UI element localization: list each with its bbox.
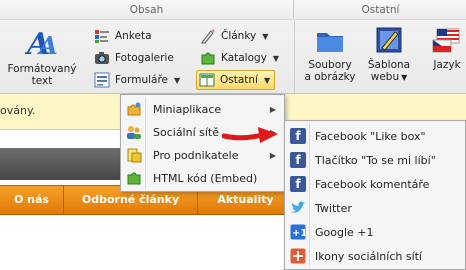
- social-icons-icon: [290, 248, 306, 264]
- facebook-icon: f: [290, 128, 306, 144]
- menu-item-facebook-comments[interactable]: f Facebook komentáře: [287, 173, 463, 195]
- menu-item-label: Facebook "Like box": [315, 129, 426, 143]
- formulare-label: Formuláře: [115, 74, 169, 86]
- menu-item-ikony-socialnich-siti[interactable]: Ikony sociálních sítí: [287, 245, 463, 267]
- submenu-arrow-icon: ▶: [269, 150, 276, 160]
- group-divider: [294, 20, 295, 94]
- menu-item-label: Pro podnikatele: [153, 148, 239, 162]
- menu-item-label: Sociální sítě: [153, 125, 220, 139]
- form-icon: [94, 72, 110, 88]
- chevron-down-icon: ▼: [262, 31, 269, 41]
- katalogy-label: Katalogy: [221, 52, 267, 64]
- clanky-button[interactable]: Články ▼: [200, 26, 268, 46]
- anketa-label: Anketa: [115, 30, 152, 42]
- menu-item-google-plus[interactable]: +1 Google +1: [287, 221, 463, 243]
- menu-item-facebook-like-box[interactable]: f Facebook "Like box": [287, 125, 463, 147]
- menu-item-facebook-like-button[interactable]: f Tlačítko "To se mi líbí": [287, 149, 463, 171]
- soubory-button[interactable]: Soubory a obrázky: [302, 24, 358, 83]
- socialni-site-submenu: f Facebook "Like box" f Tlačítko "To se …: [284, 120, 466, 270]
- menu-item-label: Google +1: [315, 225, 374, 239]
- folder-icon: [317, 33, 343, 52]
- menu-item-label: Tlačítko "To se mi líbí": [315, 153, 436, 167]
- formatted-text-button[interactable]: A A Formátovaný text: [6, 24, 78, 87]
- camera-icon: [95, 52, 109, 64]
- katalogy-button[interactable]: Katalogy ▼: [200, 48, 279, 68]
- poll-icon: [95, 30, 109, 43]
- svg-text:A: A: [37, 31, 58, 60]
- template-icon: [376, 27, 402, 53]
- ribbon-toolbar: Obsah Ostatní A A Formátovaný text Anket…: [0, 0, 466, 94]
- sablona-label: Šablona: [367, 59, 411, 71]
- submenu-arrow-icon: ▶: [269, 104, 276, 114]
- svg-text:+1: +1: [292, 228, 306, 239]
- formatted-text-icon: A A: [25, 27, 58, 60]
- nav-item-o-nas[interactable]: O nás: [0, 186, 64, 214]
- menu-item-html-kod[interactable]: HTML kód (Embed): [123, 167, 282, 189]
- menu-item-label: Twitter: [315, 201, 352, 215]
- facebook-icon: f: [290, 176, 306, 192]
- menu-item-label: Miniaplikace: [153, 102, 222, 116]
- flags-icon: [432, 28, 460, 53]
- menu-item-twitter[interactable]: Twitter: [287, 197, 463, 219]
- google-plus-icon: +1: [290, 224, 306, 240]
- grid-icon: [199, 73, 215, 87]
- sablona-label-2: webu: [370, 70, 400, 83]
- facebook-icon: f: [290, 152, 306, 168]
- articles-icon: [201, 29, 215, 44]
- group-header-obsah: Obsah: [0, 0, 294, 20]
- sablona-label-2-wrap: webu ▼: [366, 70, 412, 84]
- chevron-down-icon: ▼: [272, 53, 280, 63]
- clanky-label: Články: [221, 30, 257, 42]
- menu-item-miniaplikace[interactable]: Miniaplikace ▶: [123, 98, 282, 120]
- notice-text: ovány.: [0, 104, 36, 117]
- anketa-button[interactable]: Anketa: [94, 26, 152, 46]
- menu-item-pro-podnikatele[interactable]: Pro podnikatele ▶: [123, 144, 282, 166]
- sablona-button[interactable]: Šablona webu ▼: [366, 24, 412, 83]
- jazyk-label: Jazyk: [433, 59, 461, 71]
- red-arrow-icon: [222, 127, 278, 143]
- business-icon: [127, 148, 142, 163]
- chevron-down-icon: ▼: [263, 75, 271, 85]
- puzzle-green-icon: [127, 172, 141, 185]
- ostatni-button[interactable]: Ostatní ▼: [196, 70, 276, 90]
- menu-item-label: Ikony sociálních sítí: [315, 249, 422, 263]
- group-header-ostatni: Ostatní: [295, 0, 466, 20]
- formulare-button[interactable]: Formuláře ▼: [94, 70, 180, 90]
- formatted-text-label-2: text: [31, 74, 53, 87]
- jazyk-button[interactable]: Jazyk: [424, 24, 466, 72]
- chevron-down-icon: ▼: [401, 72, 408, 82]
- twitter-icon: [291, 201, 305, 213]
- puzzle-icon: [201, 52, 215, 65]
- formatted-text-label-1: Formátovaný: [7, 63, 77, 75]
- ostatni-label: Ostatní: [220, 74, 258, 86]
- puzzle-icon: [127, 102, 141, 116]
- chevron-down-icon: ▼: [174, 75, 181, 85]
- fotogalerie-button[interactable]: Fotogalerie: [94, 48, 174, 68]
- menu-item-label: Facebook komentáře: [315, 177, 430, 191]
- soubory-label-2: a obrázky: [304, 70, 356, 83]
- people-icon: [127, 126, 141, 139]
- fotogalerie-label: Fotogalerie: [115, 52, 174, 64]
- menu-item-label: HTML kód (Embed): [153, 171, 258, 185]
- soubory-label-1: Soubory: [308, 59, 352, 71]
